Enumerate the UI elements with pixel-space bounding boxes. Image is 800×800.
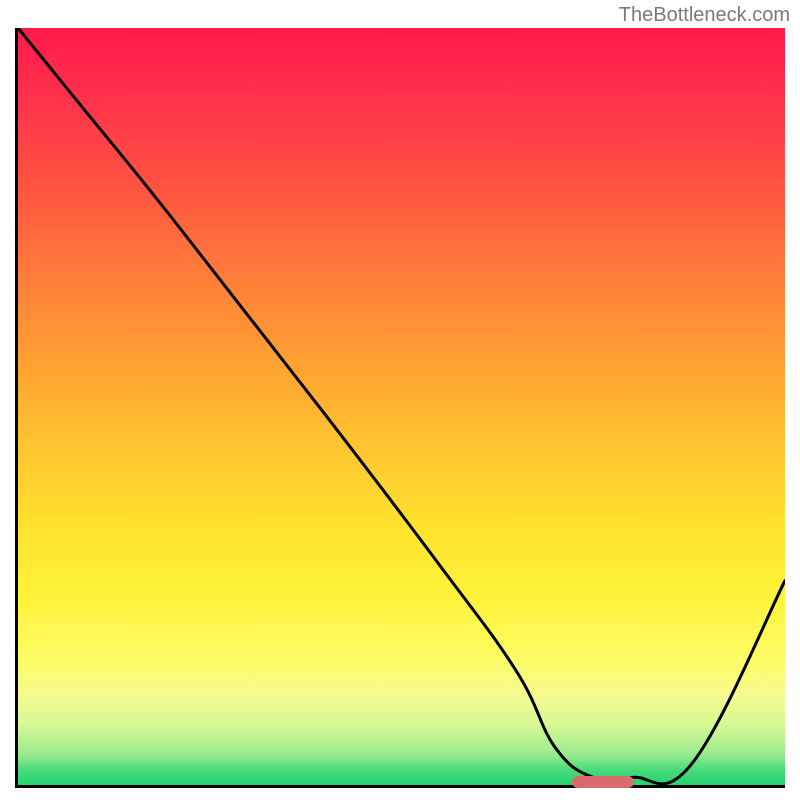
chart-highlight-marker [572,776,634,788]
chart-curve-svg [18,28,785,785]
chart-plot-area [15,28,785,788]
chart-line [18,28,785,784]
watermark-text: TheBottleneck.com [619,4,790,27]
